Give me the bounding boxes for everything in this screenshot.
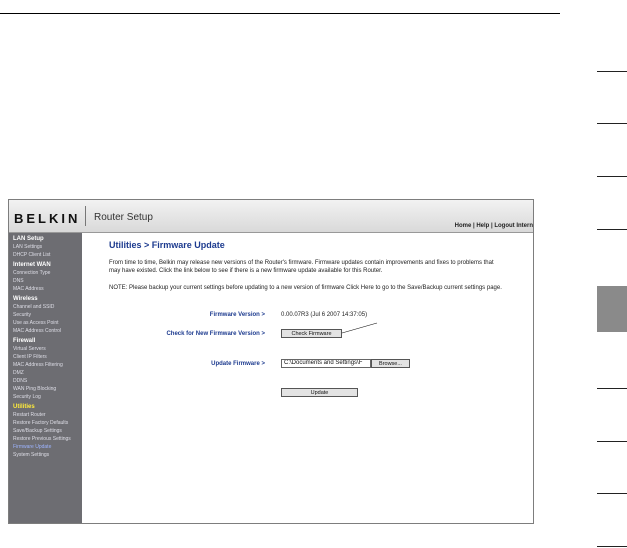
sidebar-item[interactable]: Use as Access Point (9, 319, 82, 327)
sidebar-section-heading: Utilities (13, 404, 35, 410)
page-title: Utilities > Firmware Update (109, 240, 225, 250)
sidebar-item[interactable]: Virtual Servers (9, 345, 82, 353)
sidebar-section-heading: Internet WAN (13, 262, 51, 268)
sidebar-item[interactable]: Restore Previous Settings (9, 435, 82, 443)
section-tab-mark (597, 546, 627, 547)
sidebar-item[interactable]: MAC Address Filtering (9, 361, 82, 369)
page-top-rule (0, 13, 560, 14)
sidebar-item[interactable]: WAN Ping Blocking (9, 385, 82, 393)
sidebar-section-heading: Firewall (13, 338, 36, 344)
firmware-version-value: 0.00.07R3 (Jul 6 2007 14:37:05) (281, 312, 368, 318)
sidebar-item[interactable]: Client IP Filters (9, 353, 82, 361)
sidebar-section-heading: Wireless (13, 296, 38, 302)
sidebar-item[interactable]: Channel and SSID (9, 303, 82, 311)
check-firmware-label: Check for New Firmware Version > (166, 331, 265, 337)
sidebar-item[interactable]: Connection Type (9, 269, 82, 277)
update-button[interactable]: Update (281, 388, 358, 397)
backup-note: NOTE: Please backup your current setting… (109, 285, 502, 291)
section-tab-mark (597, 493, 627, 494)
sidebar-item[interactable]: DDNS (9, 377, 82, 385)
section-tab-mark (597, 71, 627, 72)
sidebar-item[interactable]: MAC Address (9, 285, 82, 293)
section-tab-mark (597, 229, 627, 230)
intro-text: From time to time, Belkin may release ne… (109, 260, 494, 274)
section-tab-active (597, 286, 627, 332)
section-tab-mark (597, 176, 627, 177)
sidebar-item[interactable]: System Settings (9, 451, 82, 459)
sidebar-item[interactable]: Restore Factory Defaults (9, 419, 82, 427)
browse-button[interactable]: Browse... (371, 359, 410, 368)
section-tab-mark (597, 388, 627, 389)
section-tab-mark (597, 123, 627, 124)
product-title: Router Setup (94, 212, 153, 223)
sidebar-item[interactable]: Security (9, 311, 82, 319)
belkin-logo: BELKIN (14, 211, 81, 226)
header-divider (85, 206, 86, 226)
callout-pointer (341, 322, 378, 334)
sidebar-item[interactable]: LAN Settings (9, 243, 82, 251)
router-header: BELKIN Router Setup Home | Help | Logout… (9, 200, 533, 233)
sidebar-nav: LAN Setup LAN Settings DHCP Client List Int… (9, 233, 82, 523)
top-links[interactable]: Home | Help | Logout Intern (455, 223, 533, 229)
update-firmware-label: Update Firmware > (211, 361, 265, 367)
sidebar-item[interactable]: DMZ (9, 369, 82, 377)
section-tab-mark (597, 441, 627, 442)
check-firmware-button[interactable]: Check Firmware (281, 329, 342, 338)
sidebar-item[interactable]: Restart Router (9, 411, 82, 419)
sidebar-item[interactable]: Firmware Update (9, 443, 82, 451)
sidebar-item[interactable]: Security Log (9, 393, 82, 401)
firmware-file-input[interactable]: C:\Documents and Settings\F (281, 359, 371, 368)
sidebar-item[interactable]: Save/Backup Settings (9, 427, 82, 435)
sidebar-item[interactable]: DNS (9, 277, 82, 285)
sidebar-item[interactable]: MAC Address Control (9, 327, 82, 335)
sidebar-section-heading: LAN Setup (13, 236, 44, 242)
main-content: Utilities > Firmware Update From time to… (91, 233, 531, 523)
firmware-version-label: Firmware Version > (209, 312, 265, 318)
sidebar-item[interactable]: DHCP Client List (9, 251, 82, 259)
router-screenshot: BELKIN Router Setup Home | Help | Logout… (8, 199, 534, 524)
